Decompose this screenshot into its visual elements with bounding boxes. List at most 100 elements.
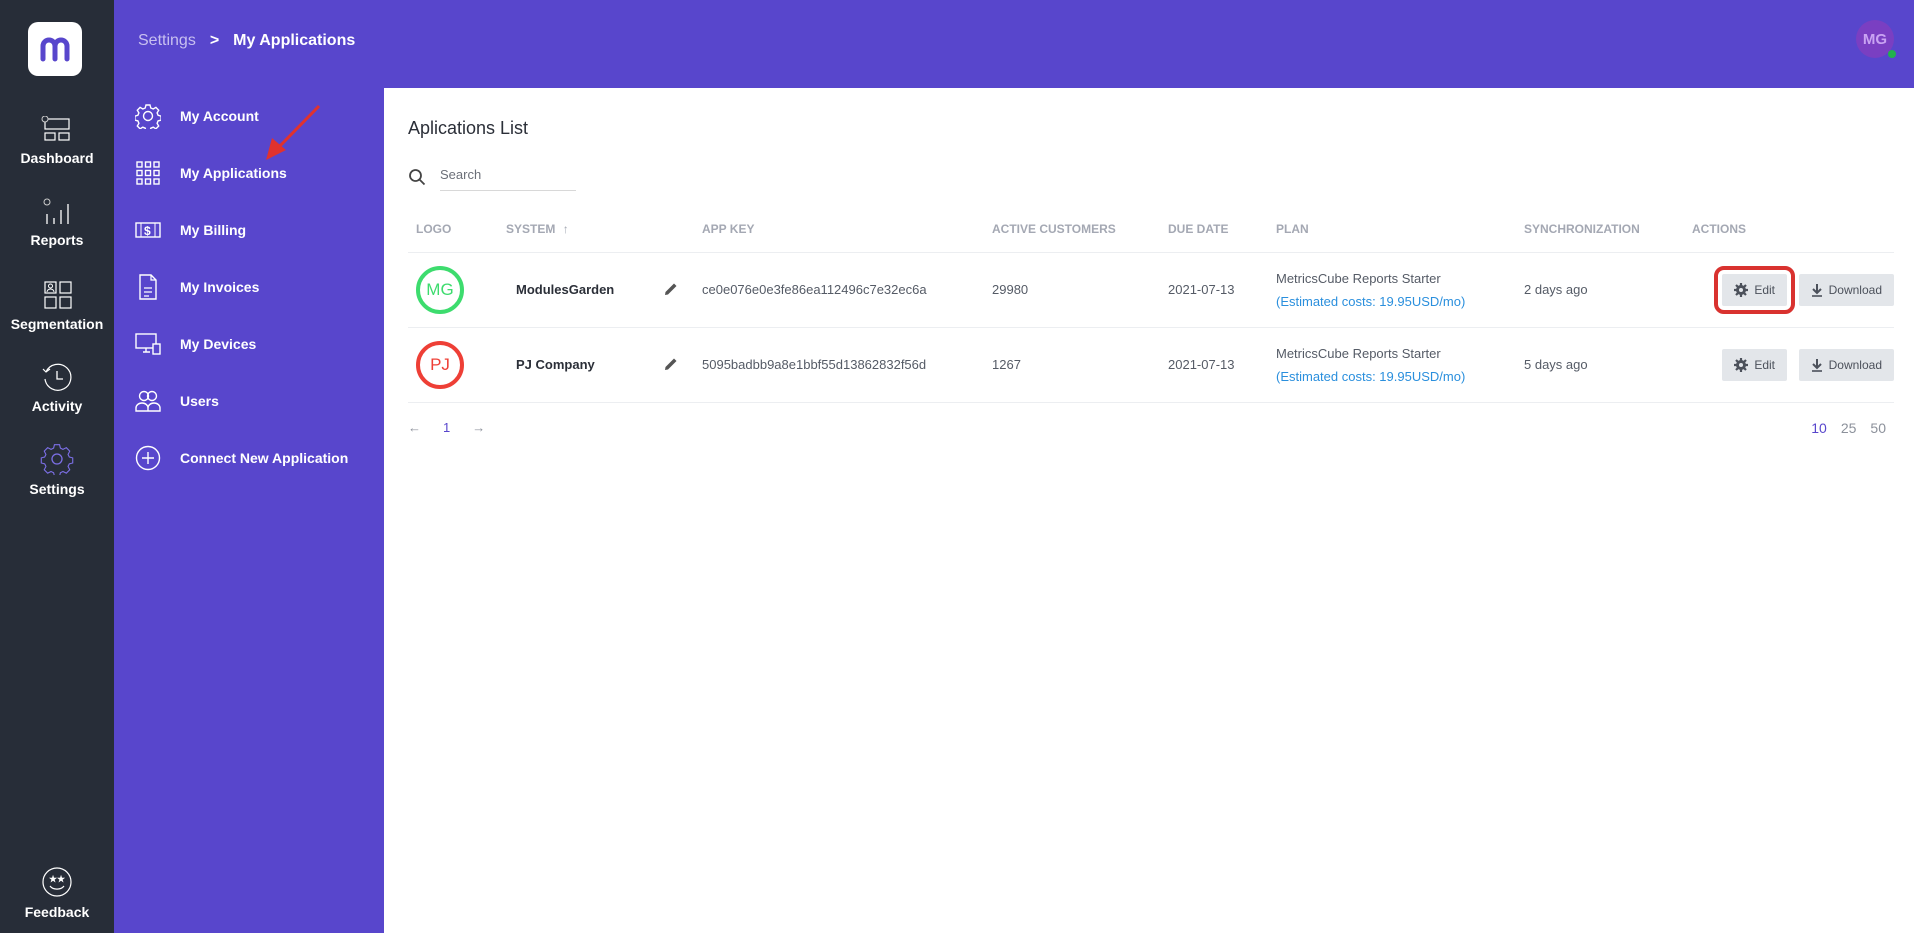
sort-arrow-icon: ↑ — [562, 221, 569, 236]
page-1-button[interactable]: 1 — [443, 420, 450, 435]
subnav-item-my-devices[interactable]: My Devices — [134, 329, 256, 359]
due-date: 2021-07-13 — [1160, 252, 1268, 328]
feedback-button[interactable]: ★ ★ Feedback — [0, 866, 114, 920]
subnav-label: My Invoices — [180, 279, 260, 295]
applications-table: LOGO SYSTEM ↑ APP KEY ACTIVE CUSTOMERS D… — [408, 206, 1894, 403]
edit-label: Edit — [1754, 282, 1775, 297]
app-key: 5095badbb9a8e1bbf55d13862832f56d — [694, 327, 984, 403]
pencil-icon[interactable] — [664, 282, 678, 296]
sync-status: 2 days ago — [1516, 252, 1684, 328]
dashboard-icon — [41, 116, 70, 141]
breadcrumb: Settings > My Applications — [138, 32, 355, 50]
edit-button[interactable]: Edit — [1714, 265, 1795, 314]
search-icon[interactable] — [408, 168, 426, 186]
reports-icon — [43, 198, 69, 224]
rail-item-reports[interactable]: Reports — [0, 198, 114, 248]
app-rail: Dashboard Reports Segmentation Activity … — [0, 0, 114, 933]
invoice-icon — [134, 274, 162, 300]
rail-item-dashboard[interactable]: Dashboard — [0, 116, 114, 166]
per-page-selector: 10 25 50 — [1811, 420, 1886, 436]
rail-item-settings[interactable]: Settings — [0, 443, 114, 497]
prev-page-button[interactable]: ← — [408, 420, 421, 435]
edit-label: Edit — [1754, 357, 1775, 372]
app-logo[interactable] — [28, 22, 82, 76]
avatar-initials: MG — [1862, 30, 1888, 48]
grid-icon — [134, 160, 162, 186]
online-status-dot — [1888, 50, 1896, 58]
breadcrumb-settings[interactable]: Settings — [138, 32, 196, 50]
rail-label: Dashboard — [20, 150, 94, 166]
pencil-icon[interactable] — [664, 357, 678, 371]
user-avatar[interactable]: MG — [1856, 20, 1896, 58]
download-label: Download — [1828, 282, 1882, 297]
plan-name: MetricsCube Reports Starter — [1276, 270, 1441, 286]
plan-name: MetricsCube Reports Starter — [1276, 345, 1441, 361]
column-synchronization: SYNCHRONIZATION — [1516, 206, 1684, 253]
rail-label: Settings — [29, 481, 85, 497]
annotation-arrow-icon — [266, 104, 321, 160]
app-initials: PJ — [430, 354, 450, 374]
subnav-label: My Devices — [180, 336, 257, 352]
table-row: MG ModulesGarden ce0e076e0e3fe86ea112496… — [408, 252, 1894, 328]
devices-icon — [134, 331, 162, 357]
subnav-item-users[interactable]: Users — [134, 386, 219, 416]
download-label: Download — [1828, 357, 1882, 372]
table-row: PJ PJ Company 5095badbb9a8e1bbf55d138628… — [408, 327, 1894, 403]
download-icon — [1811, 283, 1822, 297]
page-title: Aplications List — [408, 118, 529, 138]
per-page-50[interactable]: 50 — [1870, 420, 1886, 436]
plus-circle-icon — [134, 445, 162, 471]
column-system[interactable]: SYSTEM ↑ — [498, 206, 694, 253]
column-logo: LOGO — [408, 206, 498, 253]
per-page-25[interactable]: 25 — [1841, 420, 1857, 436]
column-due-date: DUE DATE — [1160, 206, 1268, 253]
subnav-item-my-billing[interactable]: $ My Billing — [134, 215, 246, 245]
app-key: ce0e076e0e3fe86ea112496c7e32ec6a — [694, 252, 984, 328]
edit-button[interactable]: Edit — [1722, 348, 1787, 381]
gear-icon — [134, 103, 162, 129]
subnav-label: My Applications — [180, 165, 287, 181]
segmentation-icon — [44, 281, 72, 309]
search-input[interactable] — [440, 163, 576, 191]
top-bar: Settings > My Applications MG — [114, 0, 1914, 88]
table-header-row: LOGO SYSTEM ↑ APP KEY ACTIVE CUSTOMERS D… — [408, 206, 1894, 253]
subnav-item-connect-new-application[interactable]: Connect New Application — [134, 443, 348, 473]
settings-subnav: My Account My Applications $ My Billing … — [114, 88, 384, 933]
subnav-label: Connect New Application — [180, 450, 349, 466]
subnav-item-my-invoices[interactable]: My Invoices — [134, 272, 259, 302]
activity-icon — [42, 363, 72, 391]
settings-icon — [40, 444, 74, 475]
gear-icon — [1734, 357, 1749, 372]
rail-item-segmentation[interactable]: Segmentation — [0, 280, 114, 332]
app-initials: MG — [426, 279, 454, 299]
plan-cost-link[interactable]: (Estimated costs: 19.95USD/mo) — [1276, 369, 1516, 384]
search-bar — [408, 163, 576, 191]
gear-icon — [1734, 282, 1749, 297]
subnav-label: My Billing — [180, 222, 247, 238]
column-plan: PLAN — [1268, 206, 1516, 253]
column-active-customers: ACTIVE CUSTOMERS — [984, 206, 1160, 253]
subnav-item-my-account[interactable]: My Account — [134, 101, 259, 131]
rail-label: Reports — [30, 232, 84, 248]
logo-m-icon — [40, 37, 70, 62]
rail-item-activity[interactable]: Activity — [0, 362, 114, 414]
rail-label: Segmentation — [10, 316, 104, 332]
app-logo-badge: MG — [416, 265, 464, 314]
download-button[interactable]: Download — [1798, 348, 1894, 381]
download-icon — [1811, 358, 1822, 372]
users-icon — [134, 388, 162, 414]
app-logo-badge: PJ — [416, 340, 464, 389]
due-date: 2021-07-13 — [1160, 327, 1268, 403]
subnav-label: Users — [180, 393, 219, 409]
sync-status: 5 days ago — [1516, 327, 1684, 403]
download-button[interactable]: Download — [1798, 273, 1894, 306]
feedback-smiley-icon: ★ ★ — [42, 867, 72, 897]
active-customers: 1267 — [984, 327, 1160, 403]
plan-cost-link[interactable]: (Estimated costs: 19.95USD/mo) — [1276, 294, 1516, 309]
next-page-button[interactable]: → — [472, 420, 485, 435]
feedback-label: Feedback — [24, 904, 90, 920]
svg-text:$: $ — [144, 224, 151, 238]
per-page-10[interactable]: 10 — [1811, 420, 1827, 436]
active-customers: 29980 — [984, 252, 1160, 328]
breadcrumb-separator: > — [209, 32, 220, 49]
